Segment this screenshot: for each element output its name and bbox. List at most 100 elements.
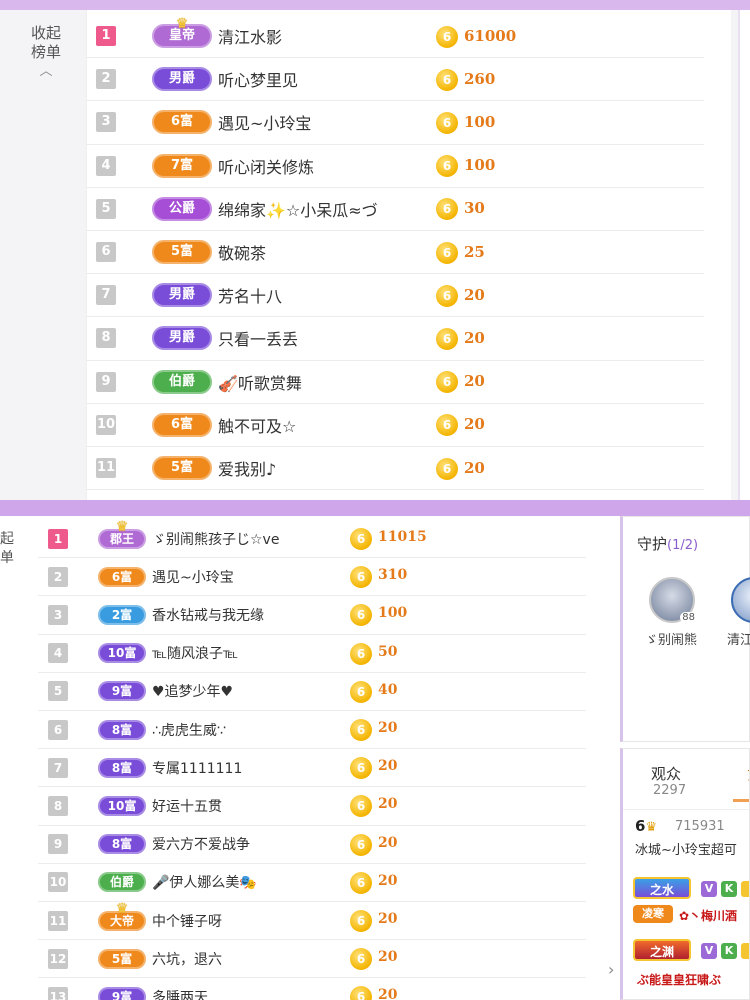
noble-badge: 6富 — [152, 412, 212, 437]
guard-avatar[interactable]: 88 — [649, 577, 697, 623]
user-name[interactable]: 香水钻戒与我无缘 — [152, 605, 342, 625]
user-name[interactable]: 只看一丢丢 — [218, 326, 438, 350]
rank-row[interactable]: 12 5富 六坑，退六 6 20 — [38, 940, 586, 979]
collapse-rank-button[interactable]: 收起 榜单 ︿ — [22, 24, 70, 81]
divider — [623, 809, 749, 810]
user-name[interactable]: 多睡两天 — [152, 987, 342, 1000]
contribution-amount: 40 — [378, 681, 398, 698]
user-name[interactable]: 专属1111111 — [152, 758, 342, 778]
coin-icon: 6 — [436, 327, 458, 350]
rank-row[interactable]: 3 2富 香水钻戒与我无缘 6 100 — [38, 596, 586, 635]
rank-row[interactable]: 5 公爵 绵绵家✨☆小呆瓜≈づ 6 30 — [86, 188, 704, 231]
rank-row[interactable]: 1 郡王ゞ别闹熊孩子じ☆ve 6 11015 — [38, 520, 586, 559]
rank-row[interactable]: 7 8富 专属1111111 6 20 — [38, 749, 586, 788]
user-name[interactable]: 遇见~小玲宝 — [218, 110, 438, 134]
noble-badge: 8富 — [98, 719, 146, 740]
user-name[interactable]: 触不可及☆ — [218, 413, 438, 437]
user-name[interactable]: ♥追梦少年♥ — [152, 681, 342, 701]
noble-badge: 5富 — [98, 948, 146, 969]
user-name[interactable]: 好运十五贯 — [152, 796, 342, 816]
rank-number: 2 — [96, 69, 116, 90]
user-name[interactable]: 🎤伊人娜么美🎭 — [152, 872, 342, 892]
rank-number: 1 — [96, 26, 116, 47]
rank-number: 1 — [48, 528, 68, 549]
noble-badge: 之渊 — [633, 939, 691, 961]
rank-row[interactable]: 9 8富 爱六方不爱战争 6 20 — [38, 826, 586, 864]
user-name[interactable]: 听心梦里见 — [218, 67, 438, 91]
coin-icon: 6 — [350, 642, 372, 665]
user-name[interactable]: ぶ能皇皇狂啸ぶ — [637, 971, 721, 988]
rank-row[interactable]: 8 10富 好运十五贯 6 20 — [38, 787, 586, 826]
guard-avatar[interactable] — [731, 577, 750, 623]
coin-icon: 6 — [350, 795, 372, 818]
rank-number: 8 — [48, 795, 68, 816]
user-name[interactable]: 敬碗茶 — [218, 240, 438, 264]
user-name[interactable]: 清江水影 — [218, 24, 438, 48]
contribution-amount: 20 — [464, 415, 485, 434]
coin-icon: 6 — [436, 371, 458, 394]
coin-icon: 6 — [436, 198, 458, 221]
rank-row[interactable]: 7 男爵 芳名十八 6 20 — [86, 274, 704, 318]
user-name[interactable]: 🎻听歌赏舞 — [218, 370, 438, 394]
rank-row[interactable]: 2 男爵 听心梦里见 6 260 — [86, 58, 704, 102]
user-name[interactable]: ゞ别闹熊孩子じ☆ve — [152, 529, 342, 549]
rank-row[interactable]: 10 6富 触不可及☆ 6 20 — [86, 404, 704, 447]
user-name[interactable]: ∴虎虎生威∵ — [152, 720, 342, 740]
rank-row[interactable]: 5 9富 ♥追梦少年♥ 6 40 — [38, 673, 586, 711]
rank-row[interactable]: 11 5富 爱我别♪ 6 20 — [86, 447, 704, 491]
rich-badge: 凌寒 — [633, 905, 673, 923]
user-name[interactable]: 六坑，退六 — [152, 949, 342, 969]
user-name[interactable]: 中个锤子呀 — [152, 911, 342, 931]
coin-icon: 6 — [350, 604, 372, 627]
user-name[interactable]: 芳名十八 — [218, 283, 438, 307]
noble-badge: 郡王 — [98, 528, 146, 549]
tab-audience[interactable]: 观众 — [651, 763, 681, 784]
rank-row[interactable]: 11 大帝中个锤子呀 6 20 — [38, 902, 586, 941]
noble-badge: 5富 — [152, 456, 212, 481]
collapse-rank-button[interactable]: 起 单 — [0, 530, 22, 568]
user-name[interactable]: 听心闭关修炼 — [218, 154, 438, 178]
user-name[interactable]: 遇见~小玲宝 — [152, 567, 342, 587]
noble-badge: 9富 — [98, 986, 146, 1000]
guard-level: 88 — [680, 612, 697, 623]
rank-row[interactable]: 4 7富 听心闭关修炼 6 100 — [86, 145, 704, 188]
rank-number: 5 — [48, 681, 68, 702]
contribution-amount: 20 — [464, 328, 485, 347]
user-name[interactable]: ✿丶梅川酒 — [679, 907, 737, 924]
user-name[interactable]: ℡随风浪子℡ — [152, 643, 342, 663]
rank-row[interactable]: 13 9富 多睡两天 6 20 — [38, 978, 586, 1000]
rank-number: 10 — [96, 414, 116, 435]
rank-row[interactable]: 3 6富 遇见~小玲宝 6 100 — [86, 101, 704, 145]
audience-panel: 观众 2297 贡 6♛ 715931 冰城~小玲宝超可 之水 V K 凌寒 ✿… — [620, 748, 750, 1000]
user-level-number: 6 — [635, 817, 646, 835]
rank-row[interactable]: 8 男爵 只看一丢丢 6 20 — [86, 317, 704, 361]
rank-row[interactable]: 6 5富 敬碗茶 6 25 — [86, 231, 704, 275]
noble-badge: 7富 — [152, 153, 212, 178]
user-name[interactable]: 爱六方不爱战争 — [152, 834, 342, 854]
rank-row[interactable]: 10 伯爵 🎤伊人娜么美🎭 6 20 — [38, 864, 586, 902]
rank-row[interactable]: 2 6富 遇见~小玲宝 6 310 — [38, 558, 586, 597]
user-level: 6♛ — [635, 817, 657, 835]
audience-count: 2297 — [653, 783, 687, 798]
coin-icon: 6 — [350, 528, 372, 551]
contribution-amount: 20 — [464, 372, 485, 391]
rank-row[interactable]: 4 10富 ℡随风浪子℡ 6 50 — [38, 635, 586, 673]
noble-badge: 10富 — [98, 643, 146, 664]
coin-icon: 6 — [350, 871, 372, 894]
rank-number: 13 — [48, 986, 68, 1000]
side-strip — [738, 10, 750, 500]
chevron-right-icon[interactable]: › — [608, 960, 614, 979]
user-name[interactable]: 爱我别♪ — [218, 456, 438, 480]
guard-panel: 守护(1/2) 88 ゞ别闹熊 清江 — [620, 516, 750, 742]
rank-row[interactable]: 1 皇帝清江水影6 61000 — [86, 15, 704, 59]
noble-badge: 男爵 — [152, 283, 212, 308]
rank-number: 3 — [96, 112, 116, 133]
collapse-label: 收起 榜单 — [30, 24, 61, 61]
contribution-amount: 20 — [378, 720, 398, 737]
rank-row[interactable]: 6 8富 ∴虎虎生威∵ 6 20 — [38, 711, 586, 750]
coin-icon: 6 — [350, 757, 372, 780]
user-name[interactable]: 绵绵家✨☆小呆瓜≈づ — [218, 197, 438, 221]
rank-number: 5 — [96, 198, 116, 219]
rank-number: 8 — [96, 328, 116, 349]
rank-row[interactable]: 9 伯爵 🎻听歌赏舞 6 20 — [86, 361, 704, 404]
